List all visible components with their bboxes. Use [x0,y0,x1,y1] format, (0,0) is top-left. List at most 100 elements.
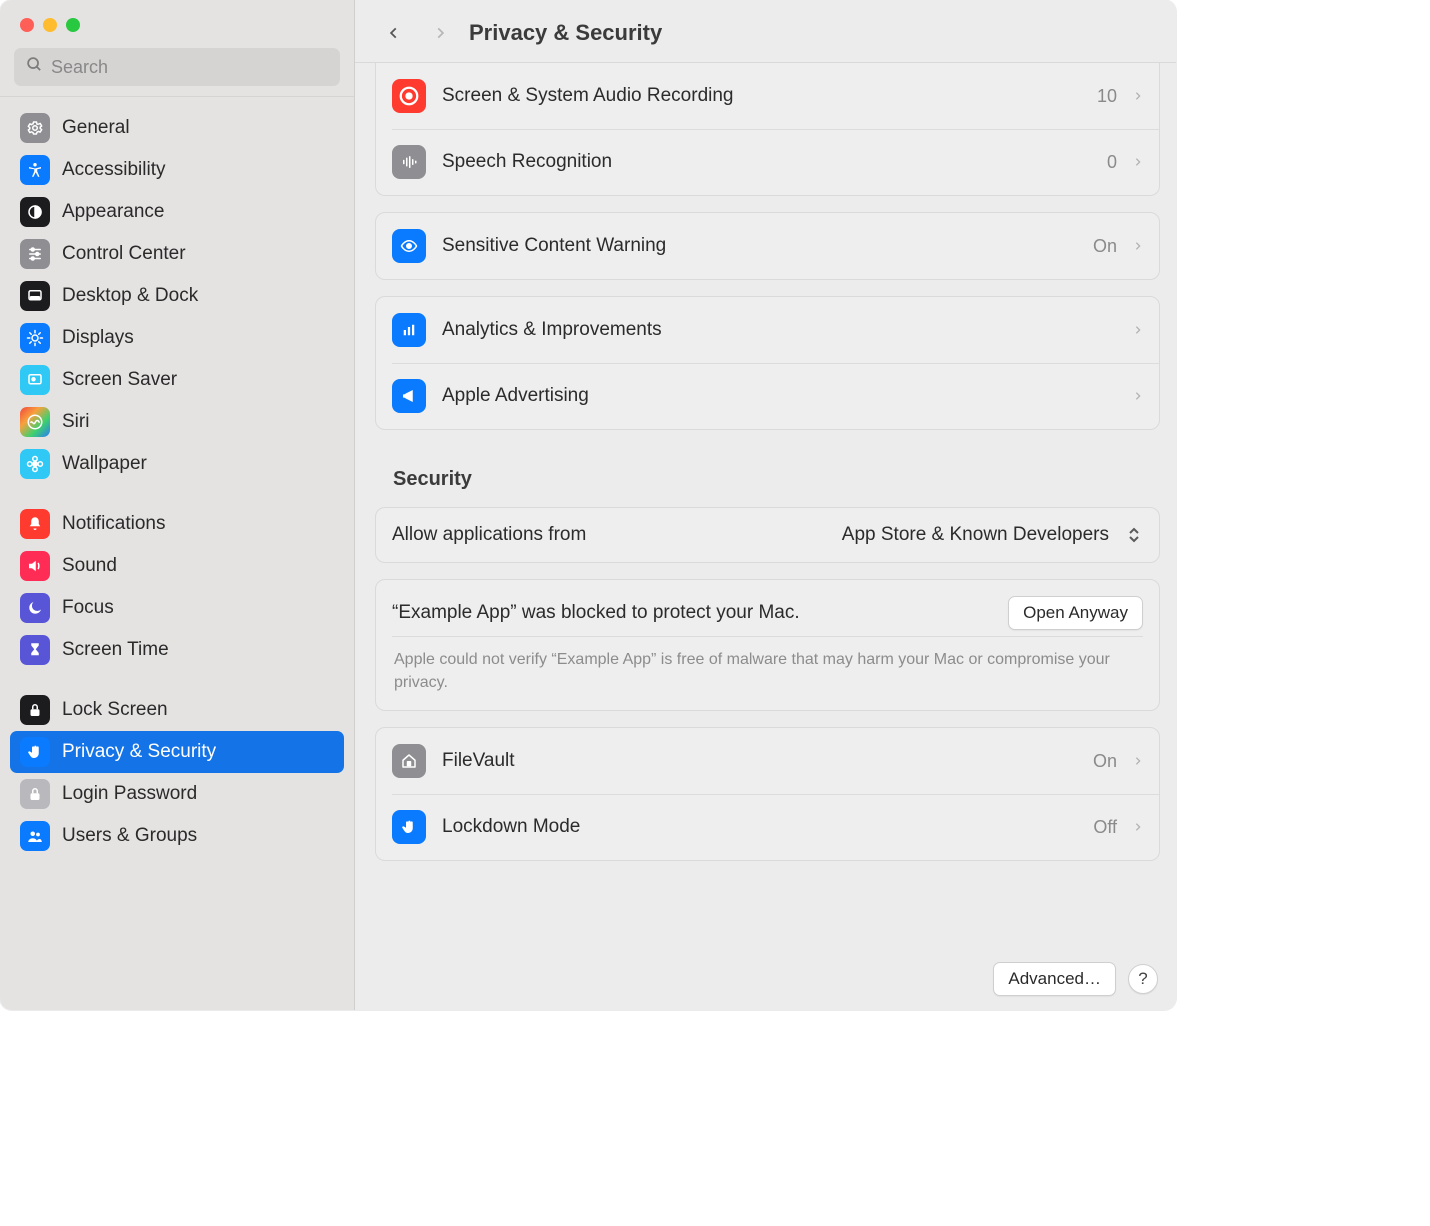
bell-icon [20,509,50,539]
topbar: Privacy & Security [355,0,1176,63]
row-label: Apple Advertising [442,385,589,407]
advanced-button[interactable]: Advanced… [993,962,1116,996]
megaphone-icon [392,379,426,413]
chevron-right-icon [1133,238,1143,254]
security-section-header: Security [393,468,1156,491]
sidebar-item-label: Appearance [62,201,164,223]
row-label: Analytics & Improvements [442,319,662,341]
row-value: On [1093,751,1117,772]
row-analytics[interactable]: Analytics & Improvements [376,297,1159,363]
sidebar: General Accessibility Appearance Control Ce… [0,0,355,1010]
content-pane: Privacy & Security Screen & System Audio… [355,0,1176,1010]
security-group: FileVault On Lockdown ModeOff [375,727,1160,861]
sidebar-item-label: Screen Saver [62,369,177,391]
sidebar-item-siri[interactable]: Siri [10,401,344,443]
row-label: Sensitive Content Warning [442,235,666,257]
sidebar-item-privacy-security[interactable]: Privacy & Security [10,731,344,773]
blocked-app-title: “Example App” was blocked to protect you… [392,602,800,624]
chevron-right-icon [1133,322,1143,338]
page-title: Privacy & Security [469,20,662,46]
record-icon [392,79,426,113]
sidebar-item-sound[interactable]: Sound [10,545,344,587]
privacy-group-2: Sensitive Content Warning On [375,212,1160,280]
allow-apps-value: App Store & Known Developers [842,524,1109,546]
moon-icon [20,593,50,623]
footer-bar: Advanced… ? [993,962,1158,996]
row-screen-audio[interactable]: Screen & System Audio Recording10 [376,63,1159,129]
sidebar-item-lock-screen[interactable]: Lock Screen [10,689,344,731]
sidebar-item-appearance[interactable]: Appearance [10,191,344,233]
up-down-icon [1125,527,1143,543]
sidebar-list: General Accessibility Appearance Control Ce… [0,97,354,1010]
sun-icon [20,323,50,353]
house-lock-icon [392,744,426,778]
help-button[interactable]: ? [1128,964,1158,994]
eye-icon [392,229,426,263]
allow-apps-label: Allow applications from [392,524,586,546]
sidebar-item-label: Siri [62,411,89,433]
sliders-icon [20,239,50,269]
sidebar-item-wallpaper[interactable]: Wallpaper [10,443,344,485]
hand-icon [392,810,426,844]
speaker-icon [20,551,50,581]
chevron-right-icon [1133,388,1143,404]
sidebar-item-focus[interactable]: Focus [10,587,344,629]
row-advertising[interactable]: Apple Advertising [376,363,1159,429]
allow-apps-card: Allow applications from App Store & Know… [375,507,1160,563]
hand-icon [20,737,50,767]
sidebar-item-login-password[interactable]: Login Password [10,773,344,815]
allow-apps-from-row[interactable]: Allow applications from App Store & Know… [376,508,1159,562]
sidebar-item-users-groups[interactable]: Users & Groups [10,815,344,857]
back-button[interactable] [377,18,411,48]
forward-button[interactable] [423,18,457,48]
sidebar-item-label: Accessibility [62,159,165,181]
open-anyway-button[interactable]: Open Anyway [1008,596,1143,630]
privacy-group-3: Analytics & Improvements Apple Advertisin… [375,296,1160,430]
chevron-right-icon [1133,154,1143,170]
sidebar-item-label: Displays [62,327,134,349]
siri-icon [20,407,50,437]
dock-icon [20,281,50,311]
sidebar-item-label: Notifications [62,513,166,535]
sidebar-item-screen-saver[interactable]: Screen Saver [10,359,344,401]
padlock-icon [20,779,50,809]
sidebar-item-accessibility[interactable]: Accessibility [10,149,344,191]
sidebar-item-label: Desktop & Dock [62,285,198,307]
sidebar-item-control-center[interactable]: Control Center [10,233,344,275]
search-field[interactable] [14,48,340,86]
minimize-window-button[interactable] [43,18,57,32]
blocked-app-card: “Example App” was blocked to protect you… [375,579,1160,711]
search-icon [26,56,43,78]
sidebar-item-label: Login Password [62,783,197,805]
zoom-window-button[interactable] [66,18,80,32]
row-label: Screen & System Audio Recording [442,85,734,107]
row-label: FileVault [442,750,515,772]
search-input[interactable] [51,57,328,78]
sidebar-item-notifications[interactable]: Notifications [10,503,344,545]
chart-icon [392,313,426,347]
sidebar-item-screen-time[interactable]: Screen Time [10,629,344,671]
screensaver-icon [20,365,50,395]
sidebar-item-desktop-dock[interactable]: Desktop & Dock [10,275,344,317]
hourglass-icon [20,635,50,665]
gear-icon [20,113,50,143]
waveform-icon [392,145,426,179]
chevron-right-icon [1133,88,1143,104]
row-lockdown[interactable]: Lockdown ModeOff [376,794,1159,860]
sidebar-item-label: Sound [62,555,117,577]
row-value: On [1093,236,1117,257]
sidebar-item-label: Privacy & Security [62,741,216,763]
users-icon [20,821,50,851]
row-sensitive[interactable]: Sensitive Content Warning On [376,213,1159,279]
row-filevault[interactable]: FileVault On [376,728,1159,794]
row-speech[interactable]: Speech Recognition0 [376,129,1159,195]
sidebar-item-label: Screen Time [62,639,169,661]
sidebar-item-label: Lock Screen [62,699,168,721]
blocked-app-description: Apple could not verify “Example App” is … [376,646,1159,710]
settings-window: General Accessibility Appearance Control Ce… [0,0,1176,1010]
sidebar-item-displays[interactable]: Displays [10,317,344,359]
sidebar-item-label: Control Center [62,243,186,265]
close-window-button[interactable] [20,18,34,32]
content-scroll[interactable]: Screen & System Audio Recording10Speech … [355,63,1176,1010]
sidebar-item-general[interactable]: General [10,107,344,149]
